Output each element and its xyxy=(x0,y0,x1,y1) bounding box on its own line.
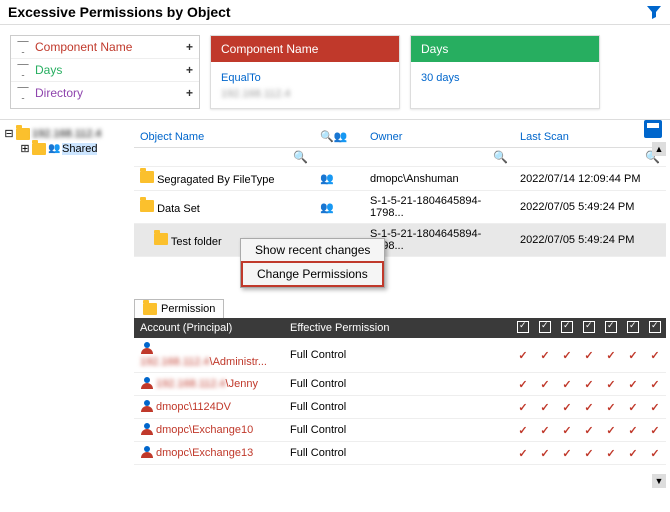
folder-icon xyxy=(140,171,154,183)
days-link[interactable]: 30 days xyxy=(421,72,460,84)
user-icon xyxy=(140,377,154,391)
perm-row[interactable]: dmopc\1124DV Full Control ✓✓✓✓✓✓✓ xyxy=(134,396,666,419)
scroll-up-icon[interactable]: ▲ xyxy=(652,142,666,156)
perm-row[interactable]: dmopc\Exchange10 Full Control ✓✓✓✓✓✓✓ xyxy=(134,419,666,442)
search-icon[interactable]: 🔍 xyxy=(293,150,308,164)
card-days: Days 30 days xyxy=(410,35,600,109)
folder-icon xyxy=(16,128,30,140)
folder-icon xyxy=(154,233,168,245)
table-row[interactable]: Segragated By FileType 👥 dmopc\Anshuman … xyxy=(134,167,666,191)
col-owner[interactable]: Owner xyxy=(364,126,514,148)
objects-table: Object Name 🔍👥 Owner Last Scan 🔍 🔍 🔍 Seg… xyxy=(134,126,666,257)
group-icon: 👥 xyxy=(48,143,60,155)
perm-icon xyxy=(556,318,578,338)
perm-row[interactable]: 192.168.112.4\Jenny Full Control ✓✓✓✓✓✓✓ xyxy=(134,373,666,396)
group-icon: 👥 xyxy=(320,173,334,185)
main-area: ⊟ 192.168.112.4 ⊞ 👥 Shared Object Name 🔍… xyxy=(0,120,670,490)
page-title: Excessive Permissions by Object xyxy=(8,4,231,20)
col-effective[interactable]: Effective Permission xyxy=(284,318,512,338)
filter-list: Component Name + Days + Directory + xyxy=(10,35,200,109)
card-header: Component Name xyxy=(211,36,399,62)
user-icon xyxy=(140,423,154,437)
funnel-icon xyxy=(17,41,29,53)
permissions-section: Permission Account (Principal) Effective… xyxy=(134,299,666,465)
funnel-icon xyxy=(17,87,29,99)
user-icon xyxy=(140,446,154,460)
col-object-name[interactable]: Object Name xyxy=(134,126,314,148)
card-header: Days xyxy=(411,36,599,62)
perm-icon xyxy=(622,318,644,338)
perm-icon xyxy=(512,318,534,338)
tree-panel: ⊟ 192.168.112.4 ⊞ 👥 Shared xyxy=(0,120,130,490)
tree-child[interactable]: ⊞ 👥 Shared xyxy=(4,141,126,156)
perm-row[interactable]: dmopc\Exchange13 Full Control ✓✓✓✓✓✓✓ xyxy=(134,442,666,465)
folder-icon xyxy=(140,200,154,212)
permissions-tab[interactable]: Permission xyxy=(134,299,224,318)
page-header: Excessive Permissions by Object xyxy=(0,0,670,25)
table-row[interactable]: Data Set 👥 S-1-5-21-1804645894-1798... 2… xyxy=(134,191,666,224)
user-icon xyxy=(140,400,154,414)
content-panel: Object Name 🔍👥 Owner Last Scan 🔍 🔍 🔍 Seg… xyxy=(130,120,670,490)
component-link[interactable]: EqualTo xyxy=(221,72,261,84)
funnel-icon xyxy=(17,64,29,76)
filter-icon[interactable] xyxy=(646,4,662,20)
folder-icon xyxy=(32,143,46,155)
filter-directory[interactable]: Directory + xyxy=(11,82,199,104)
permissions-table: Account (Principal) Effective Permission… xyxy=(134,318,666,465)
perm-icon xyxy=(534,318,556,338)
search-icon[interactable]: 🔍 xyxy=(493,150,508,164)
col-account[interactable]: Account (Principal) xyxy=(134,318,284,338)
col-icons: 🔍👥 xyxy=(314,126,364,148)
scroll-down-icon[interactable]: ▼ xyxy=(652,474,666,488)
add-icon[interactable]: + xyxy=(186,40,193,54)
filter-area: Component Name + Days + Directory + Comp… xyxy=(0,25,670,120)
add-icon[interactable]: + xyxy=(186,86,193,100)
component-value: 192.168.112.4 xyxy=(221,88,389,100)
col-last-scan[interactable]: Last Scan xyxy=(514,126,666,148)
perm-icon xyxy=(578,318,600,338)
user-icon xyxy=(140,342,154,356)
collapse-icon[interactable]: ⊟ xyxy=(4,127,14,140)
tree-root[interactable]: ⊟ 192.168.112.4 xyxy=(4,126,126,141)
search-group-icon[interactable]: 🔍👥 xyxy=(320,131,347,143)
folder-icon xyxy=(143,303,157,315)
menu-show-recent[interactable]: Show recent changes xyxy=(241,239,384,261)
context-menu: Show recent changes Change Permissions xyxy=(240,238,385,288)
perm-icon xyxy=(644,318,666,338)
add-icon[interactable]: + xyxy=(186,63,193,77)
card-component-name: Component Name EqualTo 192.168.112.4 xyxy=(210,35,400,109)
group-icon: 👥 xyxy=(320,202,334,214)
table-row-selected[interactable]: Test folder S-1-5-21-1804645894-1798... … xyxy=(134,224,666,257)
filter-days[interactable]: Days + xyxy=(11,59,199,82)
expand-icon[interactable]: ⊞ xyxy=(20,142,30,155)
perm-row[interactable]: 192.168.112.4\Administr... Full Control … xyxy=(134,338,666,373)
menu-change-permissions[interactable]: Change Permissions xyxy=(241,261,384,287)
filter-component-name[interactable]: Component Name + xyxy=(11,36,199,59)
perm-icon xyxy=(600,318,622,338)
